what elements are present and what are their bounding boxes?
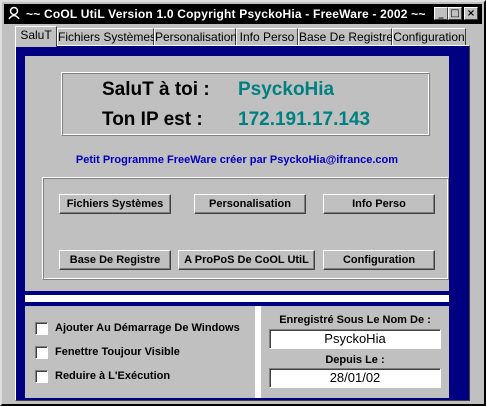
greeting-box: SaluT à toi : PsyckoHia Ton IP est : 172… bbox=[61, 72, 430, 136]
app-icon bbox=[8, 6, 20, 20]
greeting-label: SaluT à toi : bbox=[102, 79, 210, 100]
personalisation-button[interactable]: Personalisation bbox=[194, 194, 306, 214]
buttons-group: Fichiers Systèmes Personalisation Info P… bbox=[42, 177, 449, 280]
configuration-button[interactable]: Configuration bbox=[323, 250, 435, 270]
app-window: ~~ CoOL UtiL Version 1.0 Copyright Psyck… bbox=[0, 0, 486, 406]
since-label: Depuis Le : bbox=[325, 354, 385, 366]
minimize-button[interactable]: _ bbox=[434, 7, 448, 20]
tab-configuration[interactable]: Configuration bbox=[392, 28, 466, 45]
registration-panel: Enregistré Sous Le Nom De : PsyckoHia De… bbox=[261, 306, 449, 398]
info-perso-button[interactable]: Info Perso bbox=[323, 194, 435, 214]
ip-address: 172.191.17.143 bbox=[238, 109, 371, 130]
maximize-button[interactable]: □ bbox=[448, 7, 462, 20]
maximize-icon: □ bbox=[450, 8, 460, 19]
window-title: ~~ CoOL UtiL Version 1.0 Copyright Psyck… bbox=[26, 7, 426, 21]
minimize-icon: _ bbox=[438, 8, 444, 19]
always-on-top-label: Fenettre Toujour Visible bbox=[55, 346, 180, 358]
tab-fichiers-systemes[interactable]: Fichiers Systèmes bbox=[57, 28, 156, 45]
startup-label: Ajouter Au Démarrage De Windows bbox=[55, 322, 240, 334]
main-panel: SaluT à toi : PsyckoHia Ton IP est : 172… bbox=[25, 56, 449, 291]
base-de-registre-button[interactable]: Base De Registre bbox=[59, 250, 171, 270]
title-bar[interactable]: ~~ CoOL UtiL Version 1.0 Copyright Psyck… bbox=[4, 4, 482, 24]
minimize-on-run-checkbox[interactable] bbox=[35, 370, 48, 383]
tab-personalisation[interactable]: Personalisation bbox=[154, 28, 237, 45]
since-date-field: 28/01/02 bbox=[269, 368, 441, 388]
user-name: PsyckoHia bbox=[238, 79, 335, 100]
tab-base-de-registre[interactable]: Base De Registre bbox=[298, 28, 393, 45]
ip-label: Ton IP est : bbox=[102, 109, 203, 130]
fichiers-systemes-button[interactable]: Fichiers Systèmes bbox=[59, 194, 171, 214]
credit-text: Petit Programme FreeWare créer par Psyck… bbox=[75, 154, 399, 166]
options-panel: Ajouter Au Démarrage De Windows Fenettre… bbox=[25, 306, 255, 398]
a-propos-button[interactable]: A ProPoS De CoOL UtiL bbox=[178, 250, 315, 270]
always-on-top-checkbox[interactable] bbox=[35, 346, 48, 359]
separator-bar bbox=[25, 295, 449, 302]
close-button[interactable]: × bbox=[464, 7, 478, 20]
minimize-on-run-label: Reduire à L'Exécution bbox=[55, 370, 171, 382]
tab-info-perso[interactable]: Info Perso bbox=[236, 28, 298, 45]
startup-checkbox[interactable] bbox=[35, 322, 48, 335]
registered-name-label: Enregistré Sous Le Nom De : bbox=[279, 314, 431, 326]
tab-salut[interactable]: SaluT bbox=[15, 26, 57, 47]
registered-name-field: PsyckoHia bbox=[269, 329, 441, 349]
tab-panel-salut: SaluT à toi : PsyckoHia Ton IP est : 172… bbox=[15, 45, 470, 401]
close-icon: × bbox=[466, 8, 476, 19]
